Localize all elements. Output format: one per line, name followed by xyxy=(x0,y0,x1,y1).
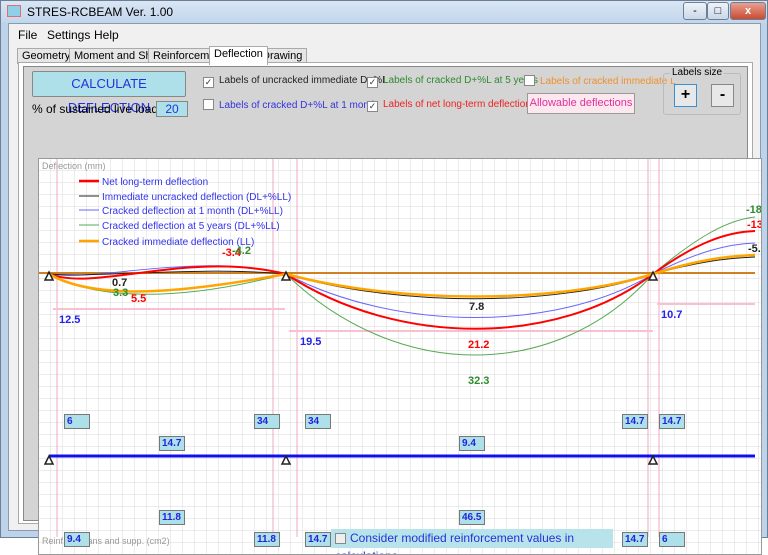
allowable-span1: 12.5 xyxy=(59,314,80,326)
reinf-top-support[interactable]: 14.7 xyxy=(622,414,648,429)
calculate-deflection-button[interactable]: CALCULATE DEFLECTION xyxy=(32,71,186,115)
window-title: STRES-RCBEAM Ver. 1.00 xyxy=(27,5,174,19)
label-span2-green: 32.3 xyxy=(468,375,489,387)
reinf-top-support[interactable]: 14.7 xyxy=(659,414,685,429)
menu-settings[interactable]: Settings xyxy=(47,28,90,42)
y-axis-label: Deflection (mm) xyxy=(42,161,106,171)
label-span1-red: 5.5 xyxy=(131,293,146,305)
checkbox-label: Labels of uncracked immediate D+%L xyxy=(219,75,388,86)
sustained-live-loads-label: % of sustained live loads: xyxy=(32,102,168,116)
app-icon xyxy=(7,5,21,17)
checkbox-label: Labels of cracked D+%L at 5 years xyxy=(383,75,538,86)
label-span1-up-green: -4.2 xyxy=(232,245,251,257)
label-span2-black: 7.8 xyxy=(469,301,484,313)
menu-help[interactable]: Help xyxy=(94,28,119,42)
checkbox-unchecked-icon[interactable] xyxy=(335,533,346,544)
reinf-bottom-support[interactable]: 9.4 xyxy=(64,532,90,547)
label-cant-black: -5.1 xyxy=(748,243,762,255)
checkbox-cracked-1-month[interactable]: Labels of cracked D+%L at 1 month xyxy=(203,99,377,111)
label-cant-green: -18 xyxy=(746,204,762,216)
checkbox-checked-icon[interactable]: ✓ xyxy=(367,101,378,112)
reinf-top-support[interactable]: 34 xyxy=(254,414,280,429)
checkbox-net-long-term[interactable]: ✓ Labels of net long-term deflection xyxy=(367,99,531,112)
minimize-button[interactable]: - xyxy=(683,2,707,20)
menu-file[interactable]: File xyxy=(18,28,37,42)
tab-deflection[interactable]: Deflection xyxy=(209,46,268,65)
checkbox-label: Labels of net long-term deflection xyxy=(383,99,531,110)
legend-uncracked: Immediate uncracked deflection (DL+%LL) xyxy=(102,192,291,203)
legend-net-long-term: Net long-term deflection xyxy=(102,177,208,188)
reinf-bottom-support[interactable]: 14.7 xyxy=(305,532,331,547)
checkbox-unchecked-icon[interactable] xyxy=(524,75,535,86)
label-span2-red: 21.2 xyxy=(468,339,489,351)
checkbox-label: Labels of cracked D+%L at 1 month xyxy=(219,100,378,111)
checkbox-checked-icon[interactable]: ✓ xyxy=(203,77,214,88)
decrease-label-size-button[interactable]: - xyxy=(711,84,734,107)
checkbox-cracked-5-years[interactable]: ✓ Labels of cracked D+%L at 5 years xyxy=(367,75,538,88)
title-bar: STRES-RCBEAM Ver. 1.00 - □ x xyxy=(1,1,767,23)
maximize-button[interactable]: □ xyxy=(707,2,729,20)
allowable-span2: 19.5 xyxy=(300,336,321,348)
plot-svg: Net long-term deflection Immediate uncra… xyxy=(39,159,762,554)
increase-label-size-button[interactable]: + xyxy=(674,84,697,107)
app-window: STRES-RCBEAM Ver. 1.00 - □ x File Settin… xyxy=(0,0,768,555)
reinf-top-span[interactable]: 14.7 xyxy=(159,436,185,451)
allowable-deflections-button[interactable]: Allowable deflections xyxy=(527,93,635,114)
reinf-bottom-support[interactable]: 6 xyxy=(659,532,685,547)
label-cant-red: -13 xyxy=(747,219,762,231)
checkbox-checked-icon[interactable]: ✓ xyxy=(367,77,378,88)
menu-bar: File Settings Help xyxy=(9,24,760,44)
labels-size-caption: Labels size xyxy=(670,67,725,78)
reinf-top-support[interactable]: 34 xyxy=(305,414,331,429)
legend-5-years: Cracked deflection at 5 years (DL+%LL) xyxy=(102,221,280,232)
checkbox-uncracked-immediate[interactable]: ✓ Labels of uncracked immediate D+%L xyxy=(203,75,388,88)
label-span1-green: 3.3 xyxy=(113,287,128,299)
allowable-cantilever: 10.7 xyxy=(661,309,682,321)
reinf-bottom-span[interactable]: 46.5 xyxy=(459,510,485,525)
checkbox-unchecked-icon[interactable] xyxy=(203,99,214,110)
deflection-panel: CALCULATE DEFLECTION % of sustained live… xyxy=(18,62,762,555)
sustained-live-loads-input[interactable]: 20 xyxy=(156,101,188,117)
legend-1-month: Cracked deflection at 1 month (DL+%LL) xyxy=(102,206,283,217)
close-button[interactable]: x xyxy=(730,2,766,20)
grid xyxy=(39,159,761,554)
checkbox-cracked-immediate-l[interactable]: Labels of cracked immediate L xyxy=(524,75,676,87)
client-area: File Settings Help Geometry Moment and S… xyxy=(8,23,762,555)
checkbox-label: Labels of cracked immediate L xyxy=(540,76,676,87)
deflection-plot: Net long-term deflection Immediate uncra… xyxy=(38,158,762,555)
reinf-bottom-support[interactable]: 14.7 xyxy=(622,532,648,547)
consider-modified-reinforcement-checkbox[interactable]: Consider modified reinforcement values i… xyxy=(331,529,613,554)
reinf-bottom-span[interactable]: 11.8 xyxy=(159,510,185,525)
reinf-top-span[interactable]: 9.4 xyxy=(459,436,485,451)
reinf-top-support[interactable]: 6 xyxy=(64,414,90,429)
deflection-content: CALCULATE DEFLECTION % of sustained live… xyxy=(23,66,762,555)
reinf-bottom-support[interactable]: 11.8 xyxy=(254,532,280,547)
labels-size-group: Labels size + - xyxy=(663,67,741,115)
